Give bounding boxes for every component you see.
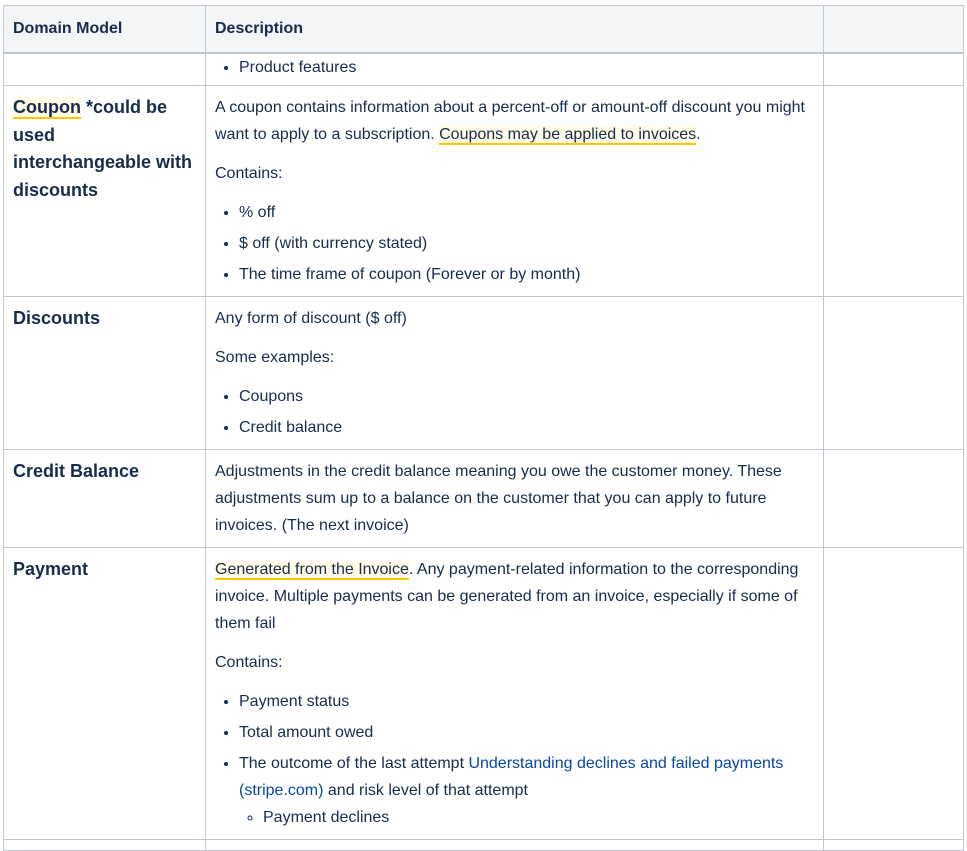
table-row-partial: Product features (3, 52, 964, 86)
outcome-end: and risk level of that attempt (323, 782, 528, 799)
cell-domain-model (3, 839, 206, 851)
sub-list-item: Payment declines (263, 804, 814, 831)
cell-domain-model: Coupon *could be used interchangeable wi… (3, 85, 206, 297)
table-row-coupon: Coupon *could be used interchangeable wi… (3, 85, 964, 297)
invoice-highlight[interactable]: Generated from the Invoice (215, 561, 409, 580)
cell-description: Generated from the Invoice. Any payment-… (205, 547, 824, 840)
sub-bullet-list: Payment declines (239, 804, 814, 831)
cell-description: Any form of discount ($ off) Some exampl… (205, 296, 824, 450)
cell-description (205, 839, 824, 851)
table-header-row: Domain Model Description (3, 5, 964, 54)
cell-domain-model: Credit Balance (3, 449, 206, 548)
cell-domain-model: Payment (3, 547, 206, 840)
list-item: Total amount owed (239, 719, 814, 746)
bullet-list: Coupons Credit balance (215, 383, 814, 441)
description-end: . (696, 126, 701, 143)
coupon-description: A coupon contains information about a pe… (215, 94, 814, 148)
column-header-domain-model[interactable]: Domain Model (3, 5, 206, 54)
column-header-empty[interactable] (823, 5, 964, 54)
list-item: The time frame of coupon (Forever or by … (239, 261, 814, 288)
cell-domain-model: Discounts (3, 296, 206, 450)
domain-model-table: Domain Model Description Product feature… (3, 5, 964, 851)
outcome-text: The outcome of the last attempt (239, 755, 469, 772)
payment-description: Generated from the Invoice. Any payment-… (215, 556, 814, 637)
list-item: Credit balance (239, 414, 814, 441)
cell-empty (823, 839, 964, 851)
table-row-payment: Payment Generated from the Invoice. Any … (3, 547, 964, 840)
cell-empty (823, 449, 964, 548)
table-row-discounts: Discounts Any form of discount ($ off) S… (3, 296, 964, 450)
list-item: $ off (with currency stated) (239, 230, 814, 257)
coupon-highlight[interactable]: Coupon (13, 97, 81, 119)
cell-empty (823, 547, 964, 840)
cell-empty (823, 296, 964, 450)
list-item: Coupons (239, 383, 814, 410)
list-item: % off (239, 199, 814, 226)
cell-description: Product features (205, 52, 824, 86)
examples-label: Some examples: (215, 349, 335, 366)
column-header-description[interactable]: Description (205, 5, 824, 54)
bullet-list: % off $ off (with currency stated) The t… (215, 199, 814, 288)
list-item: Product features (239, 54, 814, 81)
contains-label: Contains: (215, 654, 283, 671)
table-row-cut-off (3, 839, 964, 851)
bullet-list: Payment status Total amount owed The out… (215, 688, 814, 831)
cell-description: A coupon contains information about a pe… (205, 85, 824, 297)
cell-empty (823, 52, 964, 86)
list-item: Payment status (239, 688, 814, 715)
credit-balance-description: Adjustments in the credit balance meanin… (215, 463, 782, 534)
cell-empty (823, 85, 964, 297)
cell-description: Adjustments in the credit balance meanin… (205, 449, 824, 548)
table-row-credit-balance: Credit Balance Adjustments in the credit… (3, 449, 964, 548)
contains-label: Contains: (215, 165, 283, 182)
bullet-list: Product features (215, 54, 814, 81)
coupon-invoice-highlight[interactable]: Coupons may be applied to invoices (439, 126, 697, 145)
cell-domain-model (3, 52, 206, 86)
discounts-description: Any form of discount ($ off) (215, 310, 407, 327)
list-item: The outcome of the last attempt Understa… (239, 750, 814, 831)
